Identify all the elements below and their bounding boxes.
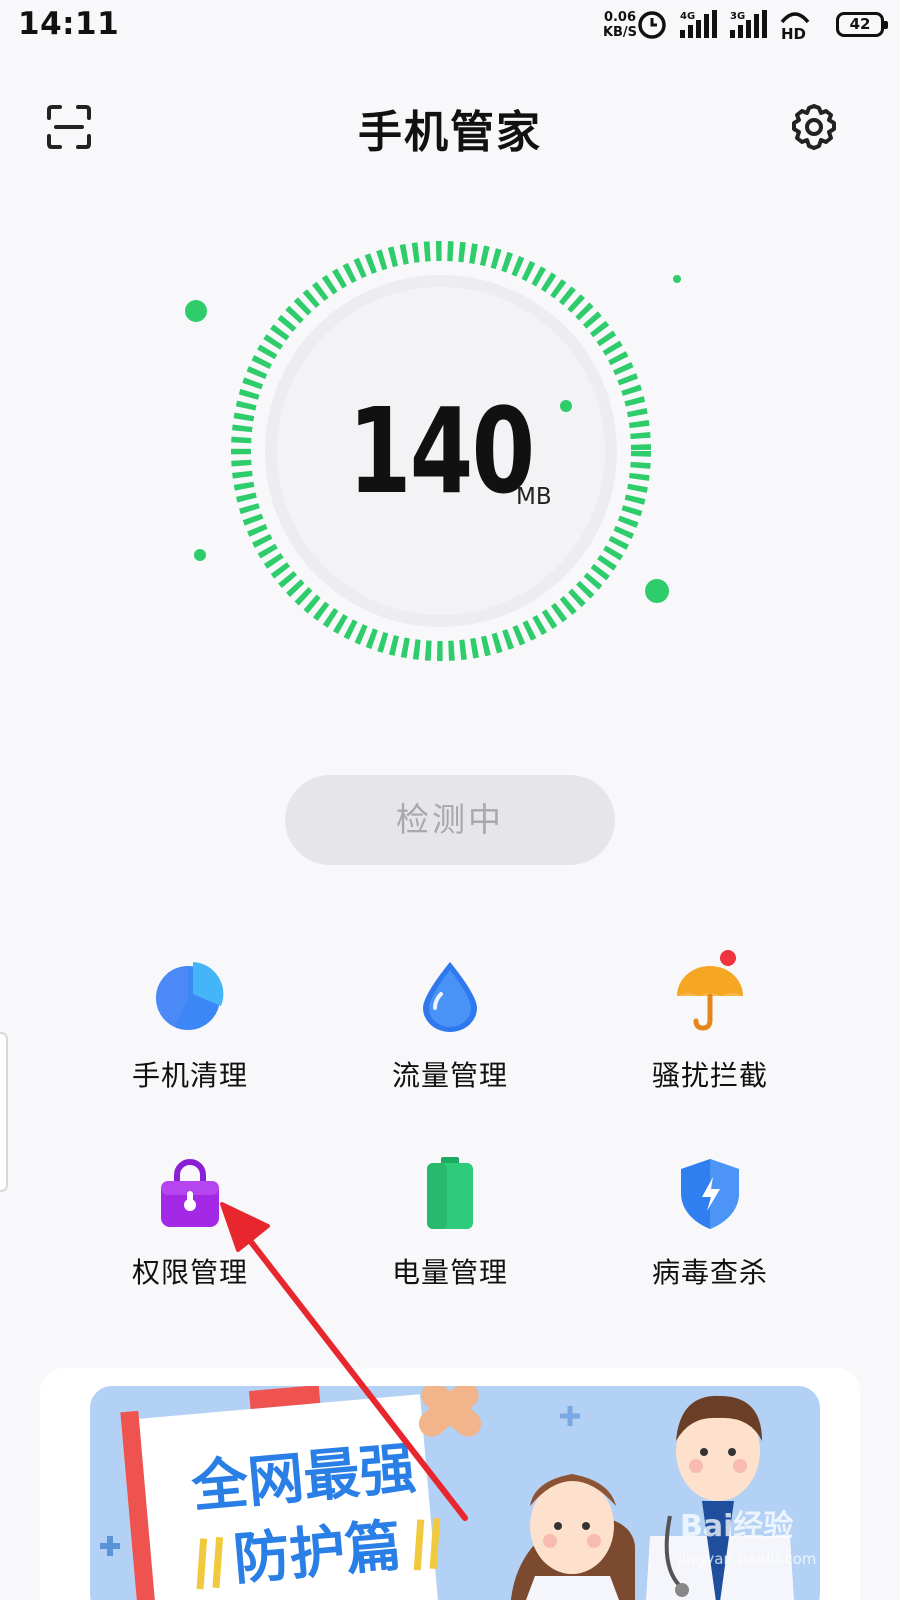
battery-level: 42	[849, 15, 871, 33]
battery-icon: 42	[836, 12, 888, 37]
tool-label: 病毒查杀	[651, 1256, 768, 1289]
tool-label: 手机清理	[131, 1059, 248, 1092]
tool-data-usage[interactable]: 流量管理	[330, 960, 570, 1110]
status-time: 14:11	[18, 6, 120, 42]
tool-phone-clean[interactable]: 手机清理	[70, 960, 310, 1110]
gauge-unit: MB	[516, 484, 552, 510]
signal-4g-icon: 4G	[680, 10, 717, 38]
page-title: 手机管家	[358, 107, 542, 158]
signal-3g-label: 3G	[730, 11, 745, 22]
watermark-url: jingyan.baidu.com	[677, 1550, 816, 1568]
lock-bag-icon	[161, 1159, 219, 1227]
phone-manager-screen: 14:11 0.06 KB/S 4G 3G HD 42 手机管家 140 MB …	[0, 0, 900, 1600]
tool-harassment-block[interactable]: 骚扰拦截	[590, 950, 830, 1110]
gauge-dot	[185, 300, 207, 322]
gauge-dot	[673, 275, 681, 283]
tool-label: 电量管理	[391, 1256, 508, 1289]
tool-virus-scan[interactable]: 病毒查杀	[590, 1157, 830, 1307]
tool-label: 权限管理	[131, 1256, 248, 1289]
network-speed-value: 0.06	[603, 10, 637, 25]
promo-banner[interactable]: 全网最强 防护篇 Bai经验 jingyan.baidu.com	[90, 1386, 820, 1600]
umbrella-icon	[677, 966, 743, 1031]
gauge-value: 140	[348, 382, 535, 520]
water-drop-icon	[423, 962, 477, 1032]
hd-label: HD	[781, 25, 806, 42]
network-speed-unit: KB/S	[602, 25, 638, 40]
status-bar: 14:11 0.06 KB/S 4G 3G HD 42	[0, 0, 900, 52]
gauge-dot	[645, 579, 669, 603]
gauge-dot	[194, 549, 206, 561]
hd-call-icon: HD	[780, 12, 810, 42]
pie-chart-icon	[156, 962, 224, 1030]
gauge-dot	[560, 400, 572, 412]
side-drawer-handle[interactable]	[0, 1032, 8, 1192]
network-speed: 0.06 KB/S	[600, 10, 640, 40]
tool-label: 骚扰拦截	[651, 1059, 768, 1092]
gear-icon[interactable]	[788, 102, 840, 154]
notification-badge	[720, 950, 736, 966]
scan-button[interactable]: 检测中	[285, 775, 615, 865]
signal-3g-icon: 3G	[730, 10, 767, 38]
alarm-icon	[638, 11, 666, 39]
tool-label: 流量管理	[391, 1059, 508, 1092]
watermark-brand: Bai经验	[680, 1509, 793, 1544]
tool-battery-manage[interactable]: 电量管理	[330, 1157, 570, 1307]
signal-4g-label: 4G	[680, 11, 695, 22]
tool-permission-manage[interactable]: 权限管理	[70, 1157, 310, 1307]
shield-icon	[681, 1159, 739, 1229]
battery-icon	[427, 1157, 473, 1229]
